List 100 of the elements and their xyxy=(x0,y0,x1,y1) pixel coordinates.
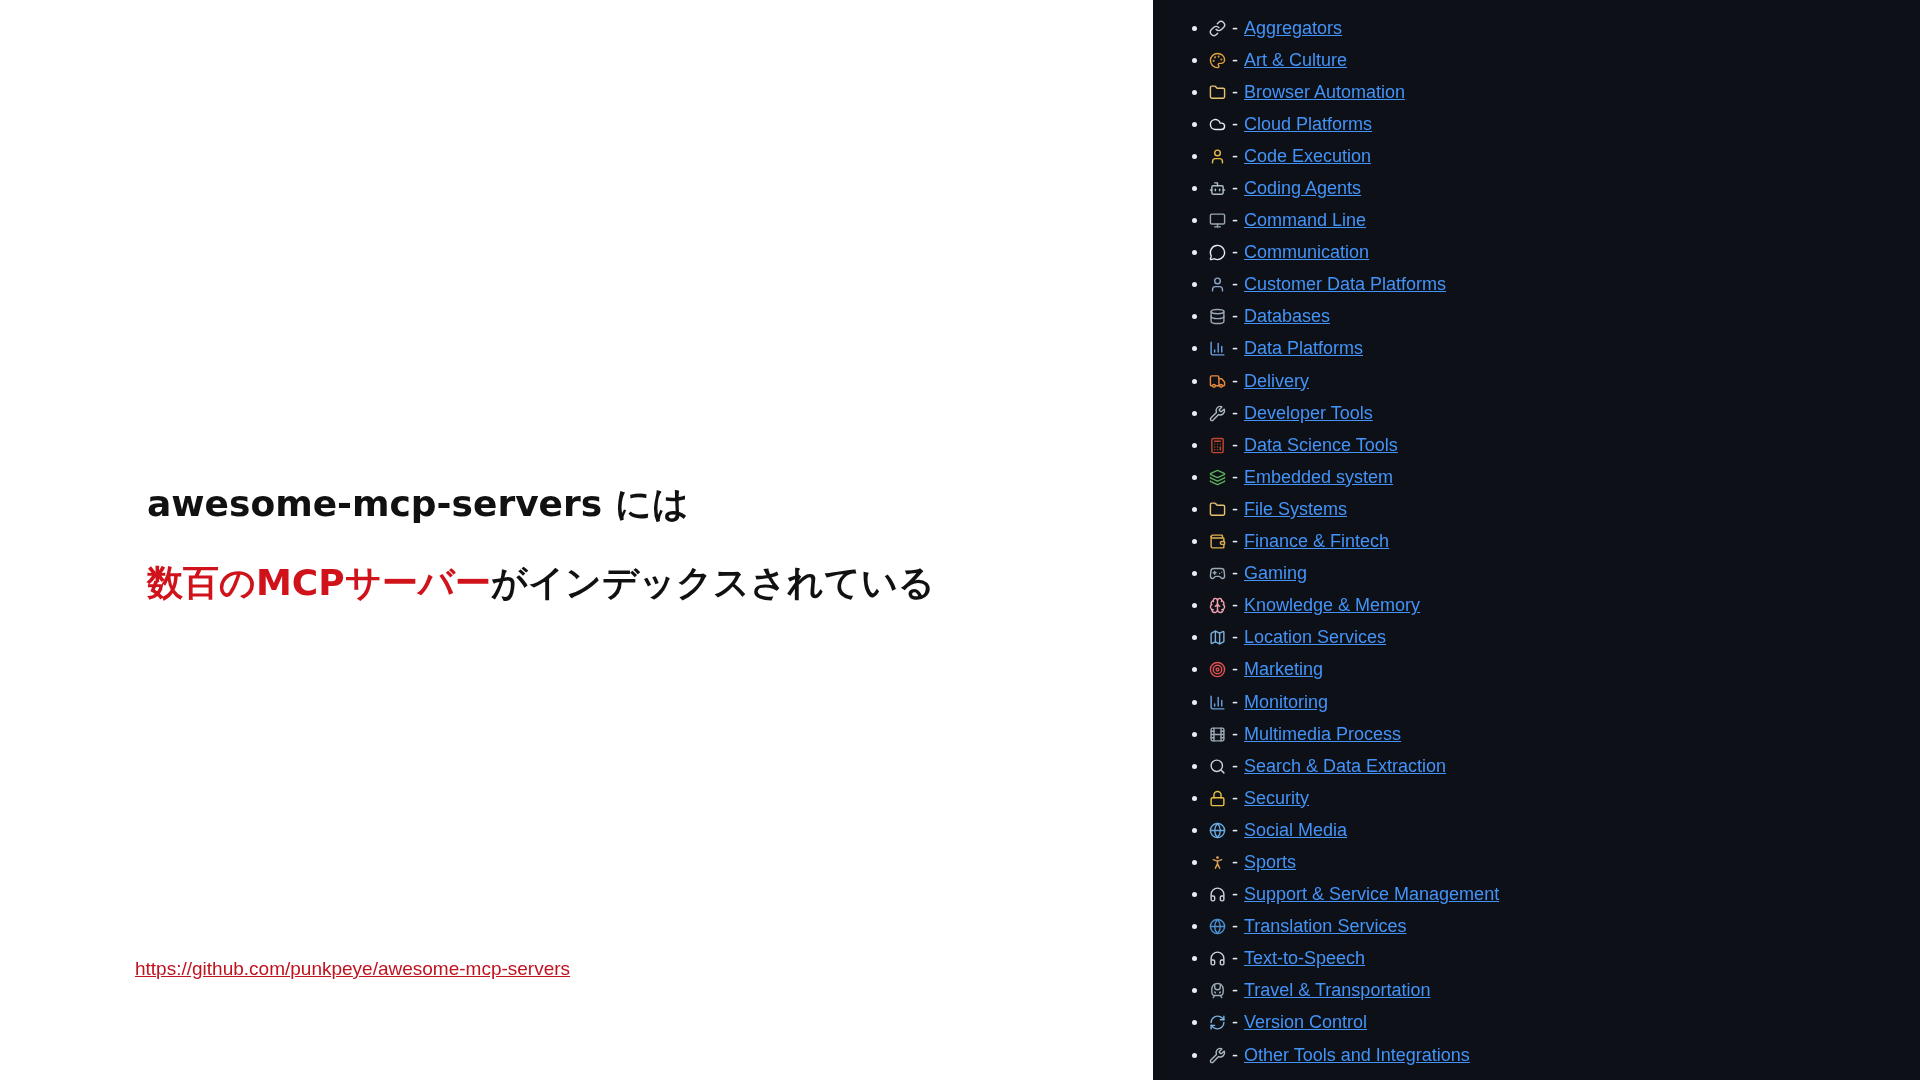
category-link[interactable]: Multimedia Process xyxy=(1244,723,1402,745)
database-icon xyxy=(1209,308,1226,326)
person-icon xyxy=(1209,276,1226,294)
category-link[interactable]: Travel & Transportation xyxy=(1244,980,1431,1002)
category-link[interactable]: Customer Data Platforms xyxy=(1244,274,1447,296)
dash: - xyxy=(1232,242,1238,264)
category-link[interactable]: Monitoring xyxy=(1244,691,1329,713)
category-link[interactable]: Delivery xyxy=(1244,370,1309,392)
dash: - xyxy=(1232,787,1238,809)
category-link[interactable]: Security xyxy=(1244,787,1310,809)
category-link[interactable]: Version Control xyxy=(1244,1012,1368,1034)
robot-icon xyxy=(1209,180,1226,197)
bullet-icon xyxy=(1192,571,1197,577)
category-link[interactable]: Translation Services xyxy=(1244,916,1407,938)
bullet-icon xyxy=(1192,827,1197,833)
globe-icon xyxy=(1209,918,1226,936)
bullet-icon xyxy=(1192,346,1197,352)
bullet-icon xyxy=(1192,250,1197,256)
category-link[interactable]: Cloud Platforms xyxy=(1244,113,1373,135)
category-link[interactable]: Finance & Fintech xyxy=(1244,531,1390,553)
category-link[interactable]: Knowledge & Memory xyxy=(1244,595,1421,617)
folder-icon xyxy=(1209,83,1226,101)
dash: - xyxy=(1232,627,1238,649)
category-link[interactable]: Developer Tools xyxy=(1244,402,1373,424)
dash: - xyxy=(1232,466,1238,488)
bullet-icon xyxy=(1192,763,1197,769)
bullet-icon xyxy=(1192,924,1197,930)
category-link[interactable]: Support & Service Management xyxy=(1244,884,1500,906)
category-link[interactable]: Sports xyxy=(1244,852,1297,873)
bullet-icon xyxy=(1192,25,1197,31)
bullet-icon xyxy=(1192,89,1197,95)
category-link[interactable]: Gaming xyxy=(1244,563,1308,585)
dash: - xyxy=(1232,498,1238,520)
dash: - xyxy=(1232,338,1238,360)
bullet-icon xyxy=(1192,506,1197,512)
category-link[interactable]: File Systems xyxy=(1244,498,1348,520)
category-link[interactable]: Browser Automation xyxy=(1244,81,1406,103)
headphones-icon xyxy=(1209,886,1226,904)
wrench-icon xyxy=(1209,1046,1226,1064)
bar-chart-icon xyxy=(1209,340,1226,358)
film-icon xyxy=(1209,725,1226,743)
category-link[interactable]: Code Execution xyxy=(1244,145,1372,167)
dash: - xyxy=(1232,145,1238,167)
bullet-icon xyxy=(1192,410,1197,416)
dash: - xyxy=(1232,980,1238,1002)
category-link[interactable]: Command Line xyxy=(1244,210,1367,232)
category-link[interactable]: Aggregators xyxy=(1244,17,1343,39)
layers-icon xyxy=(1209,468,1226,486)
category-link[interactable]: Art & Culture xyxy=(1244,49,1348,71)
category-link[interactable]: Coding Agents xyxy=(1244,178,1362,199)
dash: - xyxy=(1232,916,1238,938)
dash: - xyxy=(1232,755,1238,777)
category-link[interactable]: Search & Data Extraction xyxy=(1244,755,1447,777)
category-link[interactable]: Embedded system xyxy=(1244,466,1394,488)
map-icon xyxy=(1209,629,1226,647)
category-link[interactable]: Databases xyxy=(1244,306,1331,328)
category-link[interactable]: Social Media xyxy=(1244,819,1348,841)
train-icon xyxy=(1209,982,1226,1000)
brain-icon xyxy=(1209,597,1226,615)
category-link[interactable]: Communication xyxy=(1244,242,1370,264)
bullet-icon xyxy=(1192,603,1197,609)
link-icon xyxy=(1209,19,1226,37)
dash: - xyxy=(1232,1044,1238,1066)
bullet-icon xyxy=(1192,218,1197,224)
dash: - xyxy=(1232,178,1238,199)
target-icon xyxy=(1209,661,1226,679)
bullet-icon xyxy=(1192,121,1197,127)
calculator-icon xyxy=(1209,436,1226,454)
dash: - xyxy=(1232,723,1238,745)
source-link[interactable]: https://github.com/punkpeye/awesome-mcp-servers xyxy=(135,958,571,980)
dash: - xyxy=(1232,17,1238,39)
dash: - xyxy=(1232,434,1238,456)
category-link[interactable]: Location Services xyxy=(1244,627,1387,649)
slide-subtitle: 数百のMCPサーバーがインデックスされている xyxy=(147,561,936,605)
speech-bubble-icon xyxy=(1209,244,1226,262)
dash: - xyxy=(1232,852,1238,873)
dash: - xyxy=(1232,659,1238,681)
category-link[interactable]: Marketing xyxy=(1244,659,1324,681)
lock-icon xyxy=(1209,789,1226,807)
category-link[interactable]: Other Tools and Integrations xyxy=(1244,1044,1470,1066)
dash: - xyxy=(1232,819,1238,841)
monitor-icon xyxy=(1209,212,1226,230)
bullet-icon xyxy=(1192,1052,1197,1058)
person-icon xyxy=(1209,147,1226,165)
bullet-icon xyxy=(1192,378,1197,384)
bullet-icon xyxy=(1192,635,1197,641)
dash: - xyxy=(1232,531,1238,553)
bullet-icon xyxy=(1192,731,1197,737)
category-link[interactable]: Data Science Tools xyxy=(1244,434,1398,456)
category-link[interactable]: Text-to-Speech xyxy=(1244,948,1366,970)
headphones-icon xyxy=(1209,950,1226,968)
bullet-icon xyxy=(1192,442,1197,448)
wrench-icon xyxy=(1209,404,1226,422)
bullet-icon xyxy=(1192,956,1197,962)
bullet-icon xyxy=(1192,314,1197,320)
globe-icon xyxy=(1209,821,1226,839)
bullet-icon xyxy=(1192,1020,1197,1026)
dash: - xyxy=(1232,563,1238,585)
category-link[interactable]: Data Platforms xyxy=(1244,338,1364,360)
dash: - xyxy=(1232,274,1238,296)
